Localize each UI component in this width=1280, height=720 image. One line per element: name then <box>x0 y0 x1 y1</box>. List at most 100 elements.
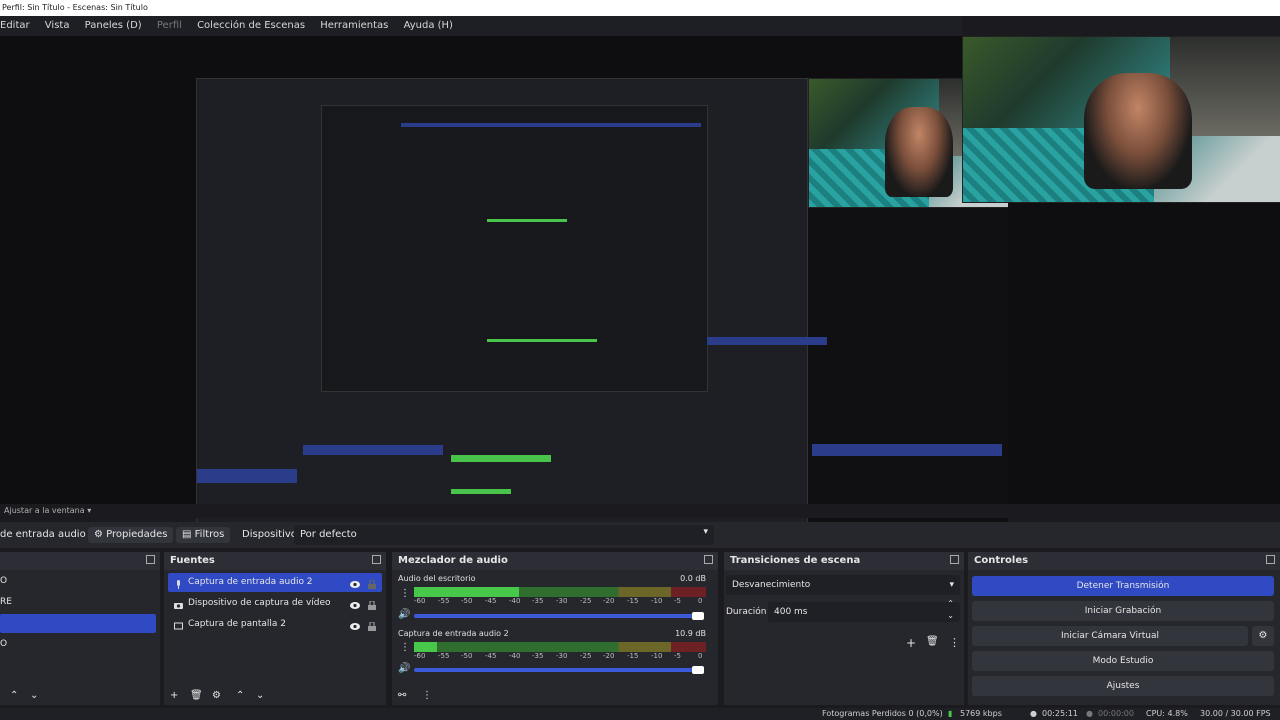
eye-icon[interactable] <box>350 599 360 609</box>
volume-slider[interactable] <box>414 668 704 672</box>
filter-icon: ▤ <box>182 529 192 540</box>
menu-vista[interactable]: Vista <box>45 20 70 31</box>
menu-editar[interactable]: Editar <box>0 20 30 31</box>
transition-select[interactable]: Desvanecimiento ▾ <box>726 575 960 595</box>
scene-item[interactable]: RE <box>0 593 156 612</box>
tick-label: -40 <box>509 597 521 605</box>
trash-icon[interactable]: 🗑 <box>190 687 203 705</box>
tick-label: -45 <box>485 597 497 605</box>
device-select[interactable]: Por defecto ▾ <box>294 525 714 545</box>
scenes-footer: ⌃ ⌄ <box>0 687 160 705</box>
dock-float-icon[interactable] <box>950 555 959 564</box>
eye-icon[interactable] <box>350 620 360 630</box>
gear-icon[interactable]: ⚙ <box>212 687 221 705</box>
mixer-header: Mezclador de audio <box>392 552 718 570</box>
transitions-header: Transiciones de escena <box>724 552 964 570</box>
volume-slider-handle[interactable] <box>692 666 704 674</box>
dock-float-icon[interactable] <box>146 555 155 564</box>
menu-dots-icon[interactable]: ⋮ <box>400 588 410 599</box>
preview-canvas <box>196 78 1008 536</box>
start-virtual-camera-button[interactable]: Iniciar Cámara Virtual <box>972 626 1248 646</box>
scenes-header <box>0 552 160 570</box>
move-down-icon[interactable]: ⌄ <box>256 687 264 705</box>
move-up-icon[interactable]: ⌃ <box>10 687 18 705</box>
dock-float-icon[interactable] <box>1266 555 1275 564</box>
volume-meter <box>414 587 706 597</box>
move-up-icon[interactable]: ⌃ <box>236 687 244 705</box>
recursive-meter-4 <box>451 489 511 494</box>
scene-item-selected[interactable] <box>0 614 156 633</box>
trash-icon[interactable]: 🗑 <box>926 636 939 647</box>
properties-bar: de entrada audio 2 ⚙ Propiedades ▤ Filtr… <box>0 522 1280 548</box>
source-item-screen-capture[interactable]: Captura de pantalla 2 <box>168 615 382 634</box>
eye-icon[interactable] <box>350 578 360 588</box>
recursive-scene <box>197 469 297 483</box>
menu-bar: Editar Vista Paneles (D) Perfil Colecció… <box>0 16 962 36</box>
tick-label: -10 <box>651 652 663 660</box>
stop-streaming-button[interactable]: Detener Transmisión <box>972 576 1274 596</box>
settings-button[interactable]: Ajustes <box>972 676 1274 696</box>
add-icon[interactable]: + <box>170 687 178 705</box>
tick-label: -50 <box>461 652 473 660</box>
tick-label: -20 <box>603 652 615 660</box>
studio-mode-button[interactable]: Modo Estudio <box>972 651 1274 671</box>
adjust-window-label[interactable]: Ajustar a la ventana ▾ <box>0 504 1280 518</box>
device-value: Por defecto <box>300 529 357 540</box>
scene-item[interactable]: O <box>0 635 156 654</box>
stream-indicator-icon: ● <box>1030 709 1037 718</box>
menu-paneles[interactable]: Paneles (D) <box>85 20 142 31</box>
channel-name: Audio del escritorio <box>398 574 476 583</box>
menu-perfil[interactable]: Perfil <box>157 20 182 31</box>
dock-float-icon[interactable] <box>372 555 381 564</box>
move-down-icon[interactable]: ⌄ <box>30 687 38 705</box>
sources-header: Fuentes <box>164 552 386 570</box>
preview-area[interactable] <box>0 36 1280 536</box>
tick-label: -10 <box>651 597 663 605</box>
volume-meter <box>414 642 706 652</box>
volume-slider-handle[interactable] <box>692 612 704 620</box>
menu-dots-icon[interactable]: ⋮ <box>949 636 960 649</box>
duration-input[interactable]: 400 ms ⌃ ⌄ <box>768 599 960 622</box>
link-icon[interactable]: ⚯ <box>398 687 406 705</box>
menu-herramientas[interactable]: Herramientas <box>320 20 388 31</box>
source-item-video-capture[interactable]: Dispositivo de captura de vídeo <box>168 594 382 613</box>
add-icon[interactable]: + <box>906 636 916 650</box>
controls-dock: Controles Detener Transmisión Iniciar Gr… <box>968 552 1280 705</box>
dock-float-icon[interactable] <box>704 555 713 564</box>
volume-slider[interactable] <box>414 614 704 618</box>
tick-label: -5 <box>674 652 681 660</box>
properties-button[interactable]: ⚙ Propiedades <box>88 527 174 543</box>
speaker-icon[interactable]: 🔊 <box>398 663 410 674</box>
gear-icon: ⚙ <box>94 529 103 540</box>
menu-dots-icon[interactable]: ⋮ <box>422 687 432 705</box>
filters-button[interactable]: ▤ Filtros <box>176 527 231 543</box>
recursive-meter-3 <box>451 455 551 462</box>
lock-icon[interactable] <box>368 578 376 589</box>
tick-label: -35 <box>532 652 544 660</box>
lock-icon[interactable] <box>368 599 376 610</box>
tick-label: 0 <box>698 652 703 660</box>
sources-list: Captura de entrada audio 2 Dispositivo d… <box>164 570 386 689</box>
menu-dots-icon[interactable]: ⋮ <box>400 642 410 653</box>
speaker-icon[interactable]: 🔊 <box>398 609 410 620</box>
fps: 30.00 / 30.00 FPS <box>1200 709 1271 718</box>
tick-label: -60 <box>414 652 426 660</box>
tick-label: -50 <box>461 597 473 605</box>
tick-label: -30 <box>556 597 568 605</box>
source-item-audio-capture[interactable]: Captura de entrada audio 2 <box>168 573 382 592</box>
cpu-usage: CPU: 4.8% <box>1146 709 1188 718</box>
lock-icon[interactable] <box>368 620 376 631</box>
tick-label: -20 <box>603 597 615 605</box>
chevron-down-icon: ▾ <box>949 580 954 590</box>
gear-icon[interactable]: ⚙ <box>1252 626 1274 646</box>
scene-item[interactable]: O <box>0 572 156 591</box>
menu-ayuda[interactable]: Ayuda (H) <box>404 20 453 31</box>
monitor-icon <box>174 620 183 630</box>
menu-coleccion[interactable]: Colección de Escenas <box>197 20 305 31</box>
mixer-footer: ⚯ ⋮ <box>392 687 718 705</box>
tick-label: -40 <box>509 652 521 660</box>
stepper-icon[interactable]: ⌃ ⌄ <box>947 598 954 622</box>
start-recording-button[interactable]: Iniciar Grabación <box>972 601 1274 621</box>
meter-level <box>414 587 520 597</box>
dropped-frames: Fotogramas Perdidos 0 (0,0%) <box>822 709 943 718</box>
